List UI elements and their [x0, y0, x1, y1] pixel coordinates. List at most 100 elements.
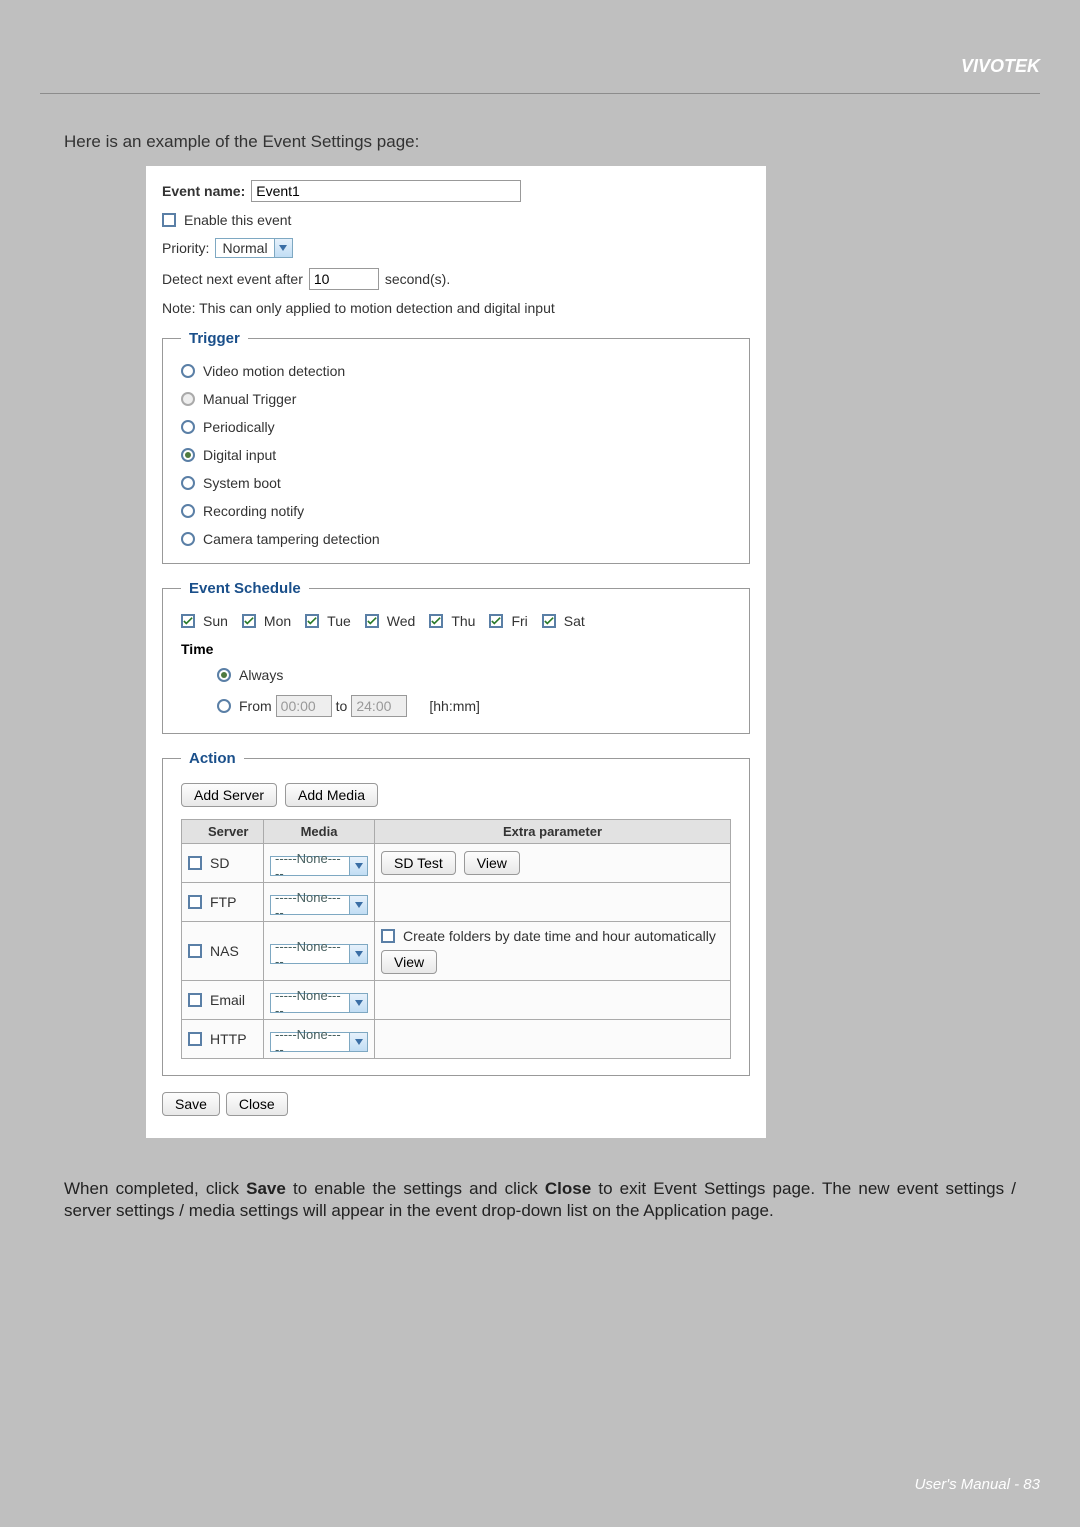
table-row: HTTP -----None-----	[182, 1020, 731, 1059]
trigger-system-boot-label: System boot	[203, 475, 281, 491]
add-media-button[interactable]: Add Media	[285, 783, 378, 807]
day-tue-label: Tue	[327, 613, 351, 629]
nas-view-button[interactable]: View	[381, 950, 437, 974]
table-row: SD -----None----- SD Test View	[182, 844, 731, 883]
media-sd-select[interactable]: -----None-----	[270, 856, 368, 876]
trigger-manual-radio[interactable]	[181, 392, 195, 406]
chevron-down-icon	[349, 945, 367, 963]
closing-text: When completed, click Save to enable the…	[64, 1178, 1016, 1222]
time-format: [hh:mm]	[429, 698, 480, 714]
day-sat-checkbox[interactable]	[542, 614, 556, 628]
sd-view-button[interactable]: View	[464, 851, 520, 875]
th-extra: Extra parameter	[375, 820, 731, 844]
schedule-legend: Event Schedule	[181, 580, 309, 597]
server-http-label: HTTP	[210, 1031, 247, 1047]
time-from-label: From	[239, 698, 272, 714]
sd-test-button[interactable]: SD Test	[381, 851, 456, 875]
media-nas-value: -----None-----	[271, 938, 349, 970]
day-sun-label: Sun	[203, 613, 228, 629]
nas-folders-checkbox[interactable]	[381, 929, 395, 943]
server-ftp-label: FTP	[210, 894, 236, 910]
chevron-down-icon	[349, 1033, 367, 1051]
trigger-periodically-radio[interactable]	[181, 420, 195, 434]
time-to-input[interactable]	[351, 695, 407, 717]
server-ftp-checkbox[interactable]	[188, 895, 202, 909]
nas-folders-label: Create folders by date time and hour aut…	[403, 928, 716, 944]
trigger-manual-label: Manual Trigger	[203, 391, 296, 407]
trigger-periodically-label: Periodically	[203, 419, 275, 435]
header-rule	[40, 93, 1040, 94]
day-mon-label: Mon	[264, 613, 291, 629]
time-to-label: to	[336, 698, 348, 714]
server-http-checkbox[interactable]	[188, 1032, 202, 1046]
th-media: Media	[264, 820, 375, 844]
trigger-fieldset: Trigger Video motion detection Manual Tr…	[162, 330, 750, 564]
time-from-radio[interactable]	[217, 699, 231, 713]
server-nas-label: NAS	[210, 943, 239, 959]
media-sd-value: -----None-----	[271, 850, 349, 882]
media-email-select[interactable]: -----None-----	[270, 993, 368, 1013]
chevron-down-icon	[349, 896, 367, 914]
chevron-down-icon	[349, 857, 367, 875]
detect-label-post: second(s).	[385, 271, 450, 287]
trigger-video-motion-label: Video motion detection	[203, 363, 345, 379]
day-wed-checkbox[interactable]	[365, 614, 379, 628]
trigger-video-motion-radio[interactable]	[181, 364, 195, 378]
table-row: FTP -----None-----	[182, 883, 731, 922]
action-legend: Action	[181, 750, 244, 767]
trigger-system-boot-radio[interactable]	[181, 476, 195, 490]
chevron-down-icon	[274, 239, 292, 257]
media-ftp-value: -----None-----	[271, 889, 349, 921]
day-sat-label: Sat	[564, 613, 585, 629]
event-name-label: Event name:	[162, 183, 245, 199]
enable-event-checkbox[interactable]	[162, 213, 176, 227]
server-nas-checkbox[interactable]	[188, 944, 202, 958]
event-name-input[interactable]	[251, 180, 521, 202]
day-wed-label: Wed	[387, 613, 416, 629]
server-email-label: Email	[210, 992, 245, 1008]
media-ftp-select[interactable]: -----None-----	[270, 895, 368, 915]
trigger-legend: Trigger	[181, 330, 248, 347]
time-always-radio[interactable]	[217, 668, 231, 682]
trigger-camera-tampering-radio[interactable]	[181, 532, 195, 546]
server-email-checkbox[interactable]	[188, 993, 202, 1007]
time-from-input[interactable]	[276, 695, 332, 717]
priority-value: Normal	[216, 239, 273, 257]
server-sd-checkbox[interactable]	[188, 856, 202, 870]
detect-seconds-input[interactable]	[309, 268, 379, 290]
media-http-select[interactable]: -----None-----	[270, 1032, 368, 1052]
day-thu-checkbox[interactable]	[429, 614, 443, 628]
table-row: NAS -----None----- Create folders by dat…	[182, 922, 731, 981]
action-fieldset: Action Add Server Add Media Server Media…	[162, 750, 750, 1076]
day-mon-checkbox[interactable]	[242, 614, 256, 628]
brand: VIVOTEK	[961, 56, 1040, 77]
day-fri-label: Fri	[511, 613, 527, 629]
trigger-camera-tampering-label: Camera tampering detection	[203, 531, 380, 547]
media-email-value: -----None-----	[271, 987, 349, 1019]
close-button[interactable]: Close	[226, 1092, 288, 1116]
save-button[interactable]: Save	[162, 1092, 220, 1116]
th-server: Server	[182, 820, 264, 844]
time-label: Time	[181, 641, 731, 657]
table-row: Email -----None-----	[182, 981, 731, 1020]
day-fri-checkbox[interactable]	[489, 614, 503, 628]
enable-event-label: Enable this event	[184, 212, 291, 228]
note-text: Note: This can only applied to motion de…	[162, 300, 555, 316]
day-sun-checkbox[interactable]	[181, 614, 195, 628]
trigger-digital-input-radio[interactable]	[181, 448, 195, 462]
action-table: Server Media Extra parameter SD -----Non…	[181, 819, 731, 1059]
trigger-recording-notify-label: Recording notify	[203, 503, 304, 519]
add-server-button[interactable]: Add Server	[181, 783, 277, 807]
trigger-digital-input-label: Digital input	[203, 447, 276, 463]
media-http-value: -----None-----	[271, 1026, 349, 1058]
server-sd-label: SD	[210, 855, 229, 871]
detect-label-pre: Detect next event after	[162, 271, 303, 287]
chevron-down-icon	[349, 994, 367, 1012]
priority-label: Priority:	[162, 240, 209, 256]
media-nas-select[interactable]: -----None-----	[270, 944, 368, 964]
priority-select[interactable]: Normal	[215, 238, 292, 258]
trigger-recording-notify-radio[interactable]	[181, 504, 195, 518]
day-tue-checkbox[interactable]	[305, 614, 319, 628]
time-always-label: Always	[239, 667, 283, 683]
schedule-fieldset: Event Schedule Sun Mon Tue Wed Thu Fri S…	[162, 580, 750, 734]
